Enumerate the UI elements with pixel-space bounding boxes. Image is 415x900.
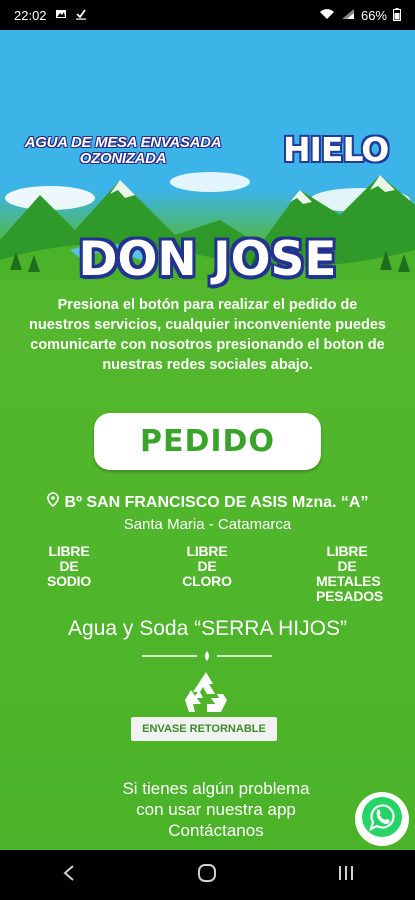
address: Bº SAN FRANCISCO DE ASIS Mzna. “A” Santa… bbox=[0, 492, 415, 533]
wifi-icon bbox=[319, 8, 335, 22]
nav-recents-button[interactable] bbox=[316, 855, 376, 895]
whatsapp-button[interactable] bbox=[355, 792, 409, 846]
address-street: Bº SAN FRANCISCO DE ASIS Mzna. “A” bbox=[64, 493, 369, 511]
feature-metales: LIBRE DE METALES PESADOS bbox=[316, 543, 384, 604]
location-pin-icon bbox=[46, 492, 59, 513]
nav-back-button[interactable] bbox=[39, 855, 99, 895]
recents-icon bbox=[337, 865, 355, 886]
app-screen: AGUA DE MESA ENVASADA OZONIZADA HIELO DO… bbox=[0, 30, 415, 850]
whatsapp-icon bbox=[359, 794, 405, 845]
features: LIBRE DE SODIO LIBRE DE CLORO LIBRE DE M… bbox=[0, 544, 415, 604]
recycle-icon bbox=[185, 672, 227, 712]
gallery-icon bbox=[55, 8, 67, 22]
pedido-button[interactable]: PEDIDO bbox=[94, 413, 321, 470]
status-time: 22:02 bbox=[14, 7, 47, 23]
support-text: Si tienes algún problema con usar nuestr… bbox=[96, 778, 336, 841]
address-city: Santa Maria - Catamarca bbox=[123, 516, 292, 533]
brand-hielo: HIELO bbox=[283, 130, 389, 169]
signal-icon bbox=[341, 8, 355, 22]
support-line1: Si tienes algún problema bbox=[122, 779, 310, 798]
status-bar: 22:02 66% bbox=[0, 0, 415, 30]
contact-link[interactable]: Contáctanos bbox=[96, 820, 336, 841]
feature-sodio: LIBRE DE SODIO bbox=[46, 543, 92, 589]
brand-tagline: AGUA DE MESA ENVASADA OZONIZADA bbox=[24, 134, 222, 167]
support-line2: con usar nuestra app bbox=[136, 800, 296, 819]
home-icon bbox=[197, 863, 217, 888]
company-name: Agua y Soda “SERRA HIJOS” bbox=[68, 617, 347, 640]
feature-cloro: LIBRE DE CLORO bbox=[182, 543, 232, 589]
address-line: Bº SAN FRANCISCO DE ASIS Mzna. “A” bbox=[0, 492, 415, 513]
battery-text: 66% bbox=[360, 7, 387, 23]
battery-icon bbox=[393, 7, 401, 23]
check-download-icon bbox=[75, 8, 87, 22]
nav-home-button[interactable] bbox=[177, 855, 237, 895]
intro-text: Presiona el botón para realizar el pedid… bbox=[29, 297, 386, 373]
back-icon bbox=[62, 864, 76, 887]
divider-ornament bbox=[142, 651, 272, 661]
brand-title: DON JOSE bbox=[78, 232, 337, 287]
retornable-badge: ENVASE RETORNABLE bbox=[131, 717, 277, 741]
navigation-bar bbox=[0, 850, 415, 900]
